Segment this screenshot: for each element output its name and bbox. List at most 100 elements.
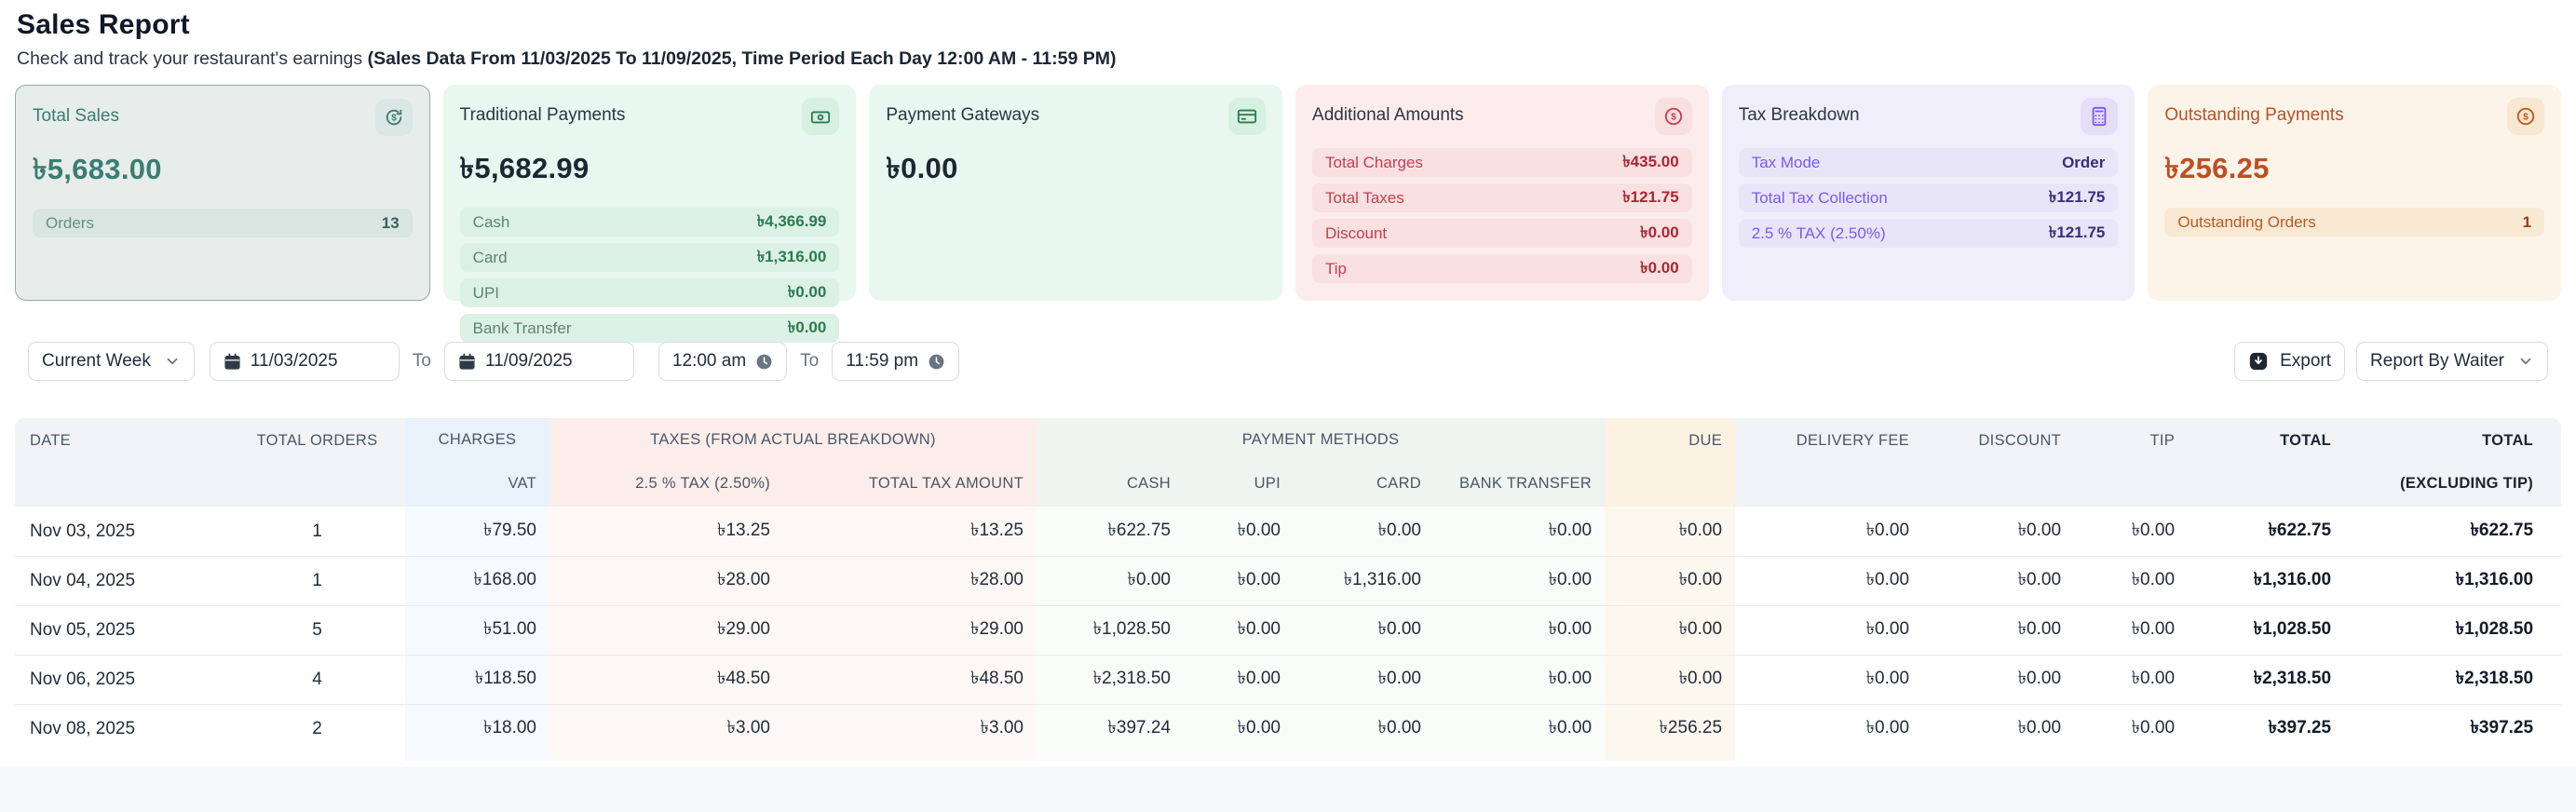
stat-value: ৳0.00 [1640,223,1679,241]
col-header-total: TOTAL [2188,418,2345,507]
stat-value: ৳4,366.99 [756,211,827,230]
cell-bank-transfer: ৳0.00 [1434,507,1606,556]
cell-total-excluding-tip: ৳1,028.50 [2344,605,2562,655]
col-header-total-orders: TOTAL ORDERS [229,418,405,507]
stat-value: ৳0.00 [787,318,827,336]
cell-tip: ৳0.00 [2074,655,2189,704]
col-header-delivery-fee: DELIVERY FEE [1735,418,1923,507]
cell-discount: ৳0.00 [1922,556,2075,605]
table-header: DATE TOTAL ORDERS CHARGES TAXES (FROM AC… [15,418,2562,507]
cell-total: ৳622.75 [2268,520,2332,540]
stat-value: Order [2062,153,2106,171]
card-stat-row: Outstanding Orders 1 [2164,208,2545,237]
card-value: ৳0.00 [886,152,958,184]
table-body: Nov 03, 2025 1 ৳79.50 ৳13.25 ৳13.25 ৳622… [15,507,2562,753]
card-stat-row: Cash ৳4,366.99 [459,208,840,237]
table-row: Nov 04, 2025 1 ৳168.00 ৳28.00 ৳28.00 ৳0.… [15,556,2562,605]
cell-total-excluding-tip: ৳397.25 [2344,704,2562,753]
col-header-total-excluding-tip: TOTAL [2344,418,2562,461]
cell-due: ৳0.00 [1605,507,1736,556]
stat-value: ৳121.75 [2048,223,2106,241]
banknote-icon [802,98,840,135]
chevron-down-icon [2520,358,2531,365]
time-to-input[interactable]: 11:59 pm [832,342,960,381]
chevron-down-icon [167,358,178,365]
cell-upi: ৳0.00 [1184,507,1294,556]
cell-bank-transfer: ৳0.00 [1434,704,1606,753]
cell-tax-2-5: ৳28.00 [549,556,793,605]
card-title: Total Sales [33,106,119,126]
cell-cash: ৳0.00 [1037,556,1184,605]
card-tax-breakdown: Tax Breakdown Tax Mode Order Total Tax C… [1721,85,2135,301]
card-value: ৳5,683.00 [33,153,162,185]
cell-cash: ৳1,028.50 [1037,605,1184,655]
stat-label: Total Taxes [1325,188,1404,207]
cell-cash: ৳397.24 [1037,704,1184,753]
cell-total-excluding-tip: ৳1,316.00 [2344,556,2562,605]
col-header-tip: TIP [2074,418,2189,507]
col-header-upi: UPI [1184,461,1294,507]
col-header-vat: VAT [405,461,549,507]
date-from-value: 11/03/2025 [250,351,338,371]
card-additional-amounts: Additional Amounts $ Total Charges ৳435.… [1295,85,1709,301]
cell-upi: ৳0.00 [1184,655,1294,704]
cell-card: ৳0.00 [1294,507,1434,556]
stat-value: ৳0.00 [1640,258,1679,277]
table-row: Nov 06, 2025 4 ৳118.50 ৳48.50 ৳48.50 ৳2,… [15,655,2562,704]
export-button[interactable]: Export [2234,342,2346,381]
cell-due: ৳256.25 [1605,704,1736,753]
cell-tax-2-5: ৳13.25 [549,507,793,556]
cell-discount: ৳0.00 [1922,655,2075,704]
cell-upi: ৳0.00 [1184,605,1294,655]
cell-card: ৳0.00 [1294,605,1434,655]
page-header: Sales Report Check and track your restau… [0,0,2576,70]
cell-tip: ৳0.00 [2131,520,2176,540]
range-select[interactable]: Current Week [28,342,195,381]
stat-value: 13 [381,213,400,232]
stat-label: Tax Mode [1751,153,1821,171]
cell-total-excluding-tip: ৳622.75 [2470,520,2534,540]
col-group-taxes: TAXES (FROM ACTUAL BREAKDOWN) [549,418,1037,461]
stat-label: Outstanding Orders [2177,212,2316,231]
stat-label: Tip [1325,259,1348,277]
cell-date: Nov 03, 2025 [30,521,136,541]
stat-value: 1 [2522,212,2532,231]
export-label: Export [2280,351,2332,371]
clock-icon [756,354,772,369]
card-stat-row: Bank Transfer ৳0.00 [459,314,840,343]
stat-value: ৳0.00 [787,282,827,301]
calendar-icon [459,353,475,370]
date-to-input[interactable]: 11/09/2025 [443,342,634,381]
card-stat-row: Orders 13 [33,209,413,237]
cell-total-orders: 1 [312,521,322,541]
cell-total: ৳397.25 [2188,704,2345,753]
cell-vat: ৳168.00 [405,556,549,605]
cell-total-tax-amount: ৳29.00 [793,605,1037,655]
card-stat-row: Total Tax Collection ৳121.75 [1738,183,2119,212]
stat-value: ৳121.75 [1622,187,1679,206]
cell-tax-2-5: ৳48.50 [549,655,793,704]
cell-total-tax-amount: ৳48.50 [793,655,1037,704]
card-value: ৳256.25 [2164,152,2270,184]
stat-label: Discount [1325,223,1388,242]
time-from-input[interactable]: 12:00 am [658,342,788,381]
report-by-select[interactable]: Report By Waiter [2356,342,2548,381]
col-header-excluding-tip-line2: (EXCLUDING TIP) [2344,461,2562,507]
clock-icon [929,354,944,369]
stat-label: Total Charges [1325,153,1423,171]
cell-discount: ৳0.00 [1922,605,2075,655]
date-from-input[interactable]: 11/03/2025 [209,342,400,381]
refresh-dollar-icon: $ [374,99,413,136]
stat-value: ৳435.00 [1622,152,1679,170]
cell-tip: ৳0.00 [2074,556,2189,605]
col-group-charges: CHARGES [405,418,549,461]
cell-discount: ৳0.00 [1922,704,2075,753]
credit-card-icon [1228,98,1267,135]
cell-due: ৳0.00 [1605,655,1736,704]
cell-vat: ৳79.50 [405,507,549,556]
cell-total-orders: 5 [229,605,405,655]
cell-bank-transfer: ৳0.00 [1434,655,1606,704]
col-header-card: CARD [1294,461,1434,507]
to-label: To [800,351,820,371]
cell-total-tax-amount: ৳13.25 [793,507,1037,556]
